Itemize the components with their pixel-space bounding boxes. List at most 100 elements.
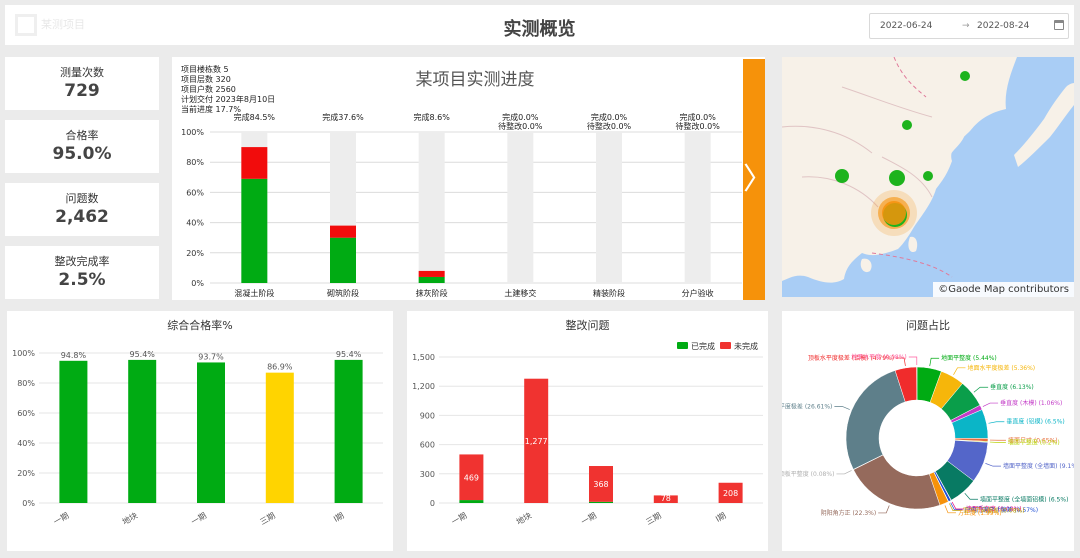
slice-label: 垂直度 (6.13%) (990, 383, 1034, 391)
label-leader-line (908, 356, 918, 366)
stat-card-rectify-rate: 整改完成率 2.5% (5, 246, 159, 299)
quality-bar (265, 372, 294, 503)
label-leader-line (973, 386, 989, 393)
x-tick-label: 一期 (580, 511, 598, 527)
rectify-issue-chart: 1,500 1,200 900 600 300 0 已完成 未完成 469 一期 1,277 地块 36… (412, 341, 763, 527)
issue-share-chart: 地面平整度 (5.44%) 地面水平度极差 (5.36%) 垂直度 (6.13%) 垂… (782, 353, 1074, 517)
stage-status-label: 完成0.0% (502, 112, 539, 122)
project-info-line: 当前进度 17.7% (181, 104, 241, 114)
project-site-marker[interactable] (902, 120, 912, 130)
done-bar (459, 500, 484, 503)
slice-label: 地面平整度 (5.44%) (941, 354, 997, 362)
donut-slice (845, 370, 906, 470)
stage-status-label: 完成0.0% (591, 112, 628, 122)
project-site-marker[interactable] (835, 169, 849, 183)
x-tick-label: 三期 (644, 511, 662, 527)
y-tick-label: 1,500 (412, 353, 435, 362)
x-tick-label: I期 (714, 511, 727, 524)
label-leader-line (834, 406, 850, 410)
chart-title: 某项目实测进度 (416, 70, 535, 90)
y-tick-label: 0 (430, 499, 435, 508)
progress-track (418, 132, 445, 283)
stat-value: 2.5% (58, 270, 106, 290)
date-range-picker[interactable]: 2022-06-24 → 2022-08-24 (869, 13, 1069, 39)
quality-rate-panel: 综合合格率% 100% 80% 60% 40% 20% 0% 94.8% 一期 95.4% 地块 9… (7, 311, 393, 551)
next-page-button[interactable]: 〉 (743, 59, 773, 300)
label-leader-line (836, 470, 852, 475)
project-info-line: 项目楼栋数 5 (181, 64, 229, 74)
y-tick-label: 20% (17, 469, 35, 478)
quality-bar (197, 362, 225, 503)
y-tick-label: 100% (12, 349, 35, 358)
project-site-marker[interactable] (889, 170, 905, 186)
x-tick-label: 三期 (258, 511, 276, 527)
y-tick-label: 1,200 (412, 382, 435, 391)
stat-label: 问题数 (65, 192, 99, 205)
header-bar: 某测项目 实测概览 2022-06-24 → 2022-08-24 (5, 5, 1074, 45)
legend-swatch (720, 342, 731, 349)
stage-status-label: 待整改0.0% (498, 121, 543, 131)
stat-value: 2,462 (55, 207, 109, 227)
project-site-marker[interactable] (960, 71, 970, 81)
map-attribution: ©Gaode Map contributors (933, 282, 1074, 297)
x-tick-label: I期 (332, 511, 345, 524)
project-info-line: 项目户数 2560 (181, 84, 236, 94)
progress-track (596, 132, 622, 283)
stat-label: 测量次数 (60, 66, 104, 79)
quality-rate-chart: 100% 80% 60% 40% 20% 0% 94.8% 一期 95.4% 地块 93.7% 一期 8… (12, 349, 383, 527)
slice-label: 地面水平度 (0.08%) (851, 353, 907, 361)
stat-card-issue-count: 问题数 2,462 (5, 183, 159, 236)
x-tick-label: 地块 (514, 510, 533, 527)
quality-bar (334, 359, 363, 503)
progress-bar-pending (418, 270, 445, 277)
calendar-icon[interactable] (1054, 20, 1064, 30)
y-tick-label: 60% (17, 409, 35, 418)
slice-label: 阴阳角方正 (22.3%) (821, 509, 877, 517)
bar-value-label: 95.4% (129, 350, 155, 359)
y-tick-label: 600 (420, 441, 435, 450)
y-tick-label: 900 (420, 411, 435, 420)
progress-bar-pending (241, 147, 268, 179)
y-tick-label: 300 (420, 470, 435, 479)
project-map[interactable]: ©Gaode Map contributors (782, 57, 1074, 297)
chevron-right-icon: 〉 (743, 162, 773, 197)
highlighted-site-marker[interactable] (882, 201, 906, 225)
slice-label: 地面水平度极差 (5.36%) (967, 364, 1035, 372)
bar-value-label: 86.9% (267, 363, 293, 372)
label-leader-line (964, 492, 978, 500)
progress-track (507, 132, 534, 283)
map-canvas[interactable] (782, 57, 1074, 297)
x-tick-label: 一期 (52, 511, 70, 527)
slice-label: 墙面平整度 (0.2%) (1008, 438, 1060, 446)
stat-label: 整改完成率 (54, 255, 110, 268)
y-tick-label: 40% (186, 219, 204, 228)
x-tick-label: 地块 (120, 510, 139, 527)
done-bar (589, 501, 613, 503)
bar-value-label: 208 (723, 489, 738, 498)
progress-chart: 某项目实测进度 项目楼栋数 5项目层数 320项目户数 2560计划交付 2023… (181, 64, 742, 298)
label-leader-line (982, 402, 999, 407)
date-separator-arrow: → (962, 21, 970, 31)
x-tick-label: 一期 (450, 511, 468, 527)
stage-label: 土建移交 (504, 288, 536, 298)
stage-status-label: 待整改0.0% (587, 121, 632, 131)
date-end-field[interactable]: 2022-08-24 (977, 21, 1029, 31)
stage-status-label: 完成8.6% (414, 112, 451, 122)
date-start-field[interactable]: 2022-06-24 (880, 21, 932, 31)
stat-card-measure-count: 测量次数 729 (5, 57, 159, 110)
slice-label: 顶板水平度极差 (26.61%) (782, 402, 832, 410)
stage-label: 分户验收 (682, 288, 714, 298)
project-progress-panel: 某项目实测进度 项目楼栋数 5 项目层数 320 项目户数 2560 计划交付 2023… (172, 57, 773, 300)
project-site-marker[interactable] (923, 171, 933, 181)
rectify-issue-panel: 整改问题 1,500 1,200 900 600 300 0 已完成 未完成 469 一期 1,27… (407, 311, 768, 551)
y-tick-label: 40% (17, 439, 35, 448)
y-tick-label: 80% (17, 379, 35, 388)
stage-status-label: 完成0.0% (680, 112, 717, 122)
stage-label: 砌筑阶段 (327, 288, 359, 298)
y-tick-label: 60% (186, 188, 204, 197)
legend-label: 已完成 (691, 341, 715, 351)
stat-card-pass-rate: 合格率 95.0% (5, 120, 159, 173)
bar-value-label: 1,277 (525, 437, 548, 446)
legend-swatch (677, 342, 688, 349)
stat-value: 95.0% (52, 144, 112, 164)
